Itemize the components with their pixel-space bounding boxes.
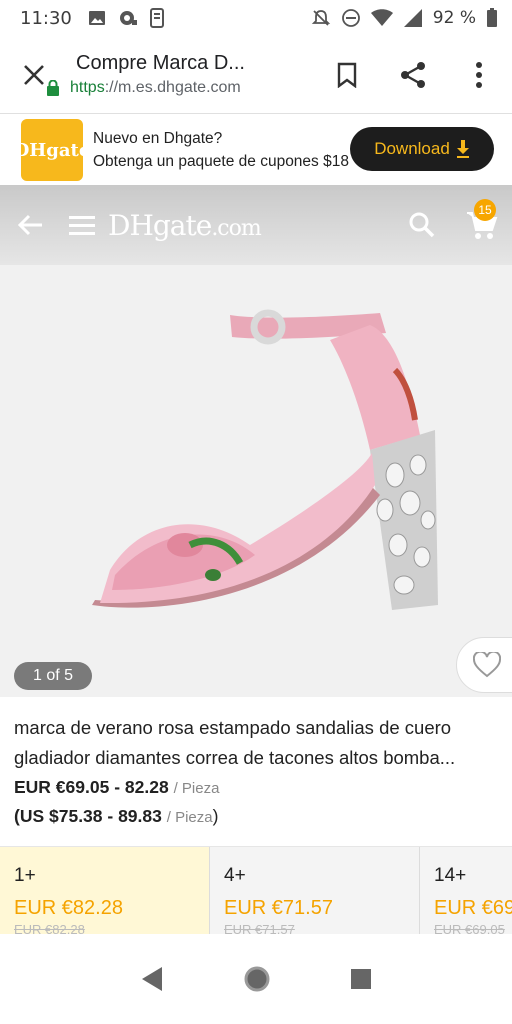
cart-button[interactable]	[452, 185, 512, 265]
tier-qty: 4+	[224, 865, 246, 886]
system-nav-bar	[0, 934, 512, 1024]
battery-percent: 92 %	[432, 8, 476, 28]
dhgate-site-logo[interactable]: DHgate.com	[108, 209, 262, 242]
nav-back-icon[interactable]	[140, 966, 164, 992]
download-icon	[456, 140, 469, 158]
banner-line-2: Obtenga un paquete de cupones $18	[93, 153, 349, 170]
tier-price: EUR €71.57	[224, 897, 333, 919]
tier-sub-price: EUR €82.28	[14, 922, 85, 934]
more-vert-icon	[476, 61, 482, 88]
app-install-banner[interactable]: DHgate Nuevo en Dhgate? Obtenga un paque…	[0, 115, 512, 185]
url-scheme: https	[70, 79, 105, 96]
tier-qty: 14+	[434, 865, 467, 886]
image-counter: 1 of 5	[14, 662, 92, 690]
search-button[interactable]	[392, 185, 452, 265]
lock-icon	[47, 80, 59, 96]
price-tier[interactable]: 1+ EUR €82.28 EUR €82.28	[0, 847, 210, 934]
close-icon	[24, 64, 44, 85]
url-display[interactable]: Compre Marca D... https://m.es.dhgate.co…	[47, 52, 314, 97]
price-tier[interactable]: 4+ EUR €71.57 EUR €71.57	[210, 847, 420, 934]
status-bar: 11:30 92 %	[0, 0, 512, 36]
signal-icon	[403, 9, 422, 27]
nav-recents-icon[interactable]	[350, 968, 372, 990]
device-notification-icon	[149, 8, 164, 28]
hamburger-menu-icon	[69, 216, 95, 235]
price-unit: / Pieza	[173, 780, 220, 797]
search-icon	[409, 212, 435, 238]
share-icon	[401, 61, 425, 88]
price-usd: (US $75.38 - 89.83 / Pieza)	[14, 806, 219, 826]
product-title: marca de verano rosa estampado sandalias…	[14, 717, 456, 768]
heart-icon	[473, 652, 501, 678]
tier-sub-price: EUR €69.05	[434, 922, 505, 934]
dnd-icon	[341, 9, 360, 27]
tier-price: EUR €82.28	[14, 897, 123, 919]
tier-qty: 1+	[14, 865, 36, 886]
banner-line-1: Nuevo en Dhgate?	[93, 130, 223, 147]
product-gallery[interactable]: DHgate.com 15 1 of 5	[0, 185, 512, 697]
cart-count-badge: 15	[474, 199, 496, 221]
mute-icon	[311, 10, 330, 26]
dhgate-site-header: DHgate.com 15	[0, 185, 512, 265]
price-tier[interactable]: 14+ EUR €69.05 EUR €69.05	[420, 847, 512, 934]
status-time: 11:30	[20, 7, 72, 29]
download-app-button[interactable]: Download	[350, 127, 494, 171]
wifi-icon	[370, 9, 393, 26]
share-button[interactable]	[380, 36, 446, 114]
back-button[interactable]	[0, 185, 60, 265]
product-info: marca de verano rosa estampado sandalias…	[0, 697, 512, 827]
dhgate-app-logo: DHgate	[14, 119, 90, 181]
download-label: Download	[374, 139, 450, 158]
image-notification-icon	[88, 11, 105, 25]
tier-sub-price: EUR €71.57	[224, 922, 295, 934]
battery-icon	[487, 8, 497, 27]
more-options-button[interactable]	[446, 36, 512, 114]
close-tab-button[interactable]	[0, 36, 68, 114]
sync-notification-icon	[119, 11, 137, 25]
price-eur: EUR €69.05 - 82.28 / Pieza	[14, 777, 220, 797]
back-arrow-icon	[17, 214, 42, 236]
bookmark-button[interactable]	[314, 36, 380, 114]
page-title: Compre Marca D...	[76, 52, 245, 74]
menu-button[interactable]	[60, 185, 104, 265]
favorite-button[interactable]	[456, 637, 512, 693]
bookmark-icon	[337, 62, 357, 88]
price-tiers: 1+ EUR €82.28 EUR €82.28 4+ EUR €71.57 E…	[0, 846, 512, 934]
url-host: ://m.es.dhgate.com	[104, 79, 241, 96]
nav-home-icon[interactable]	[243, 965, 271, 993]
browser-toolbar: Compre Marca D... https://m.es.dhgate.co…	[0, 36, 512, 114]
tier-price: EUR €69.05	[434, 897, 512, 919]
